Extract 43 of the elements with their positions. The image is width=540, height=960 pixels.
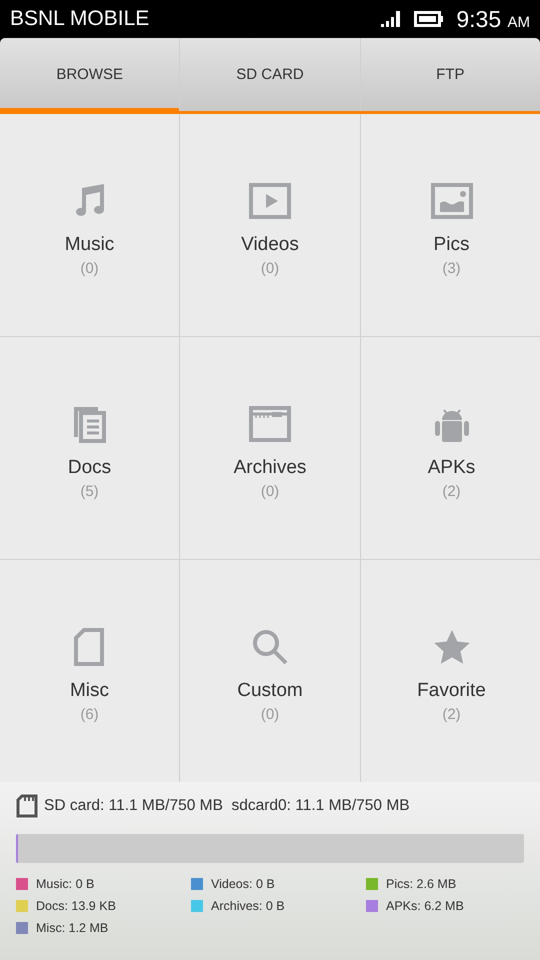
legend-label: Docs: 13.9 KB [36,899,116,913]
category-label: APKs [428,456,476,478]
legend-label: Music: 0 B [36,877,94,891]
signal-icon [380,10,402,28]
legend-label: Archives: 0 B [211,899,285,913]
category-tile[interactable]: Archives (0) [180,337,360,559]
category-tile[interactable]: Videos (0) [180,114,360,336]
category-label: Music [64,234,114,256]
category-tile[interactable]: Music (0) [0,114,179,336]
category-tile[interactable]: Misc (6) [0,560,179,782]
category-label: Misc [70,680,110,702]
sd-card-icon [16,794,38,818]
category-label: Favorite [417,680,486,702]
legend-label: Videos: 0 B [211,877,275,891]
item-count: (0) [260,482,280,500]
item-count: (5) [80,482,99,500]
storage-summary: SD card: 11.1 MB/750 MB sdcard0: 11.1 MB/750 MB [44,797,410,815]
category-tile[interactable]: Pics (3) [361,114,540,336]
category-label: Pics [434,234,470,256]
category-label: Archives [234,456,306,478]
category-label: Custom [237,680,303,702]
item-count: (0) [80,260,99,276]
category-label: Docs [68,456,112,478]
carrier-name: BSNL MOBILE [10,7,150,31]
item-count: (6) [80,706,99,722]
battery-icon [414,10,444,28]
clock: 9:35 AM [456,6,530,32]
legend-label: APKs: 6.2 MB [386,899,464,913]
legend-label: Misc: 1.2 MB [36,921,108,935]
legend-label: Pics: 2.6 MB [386,877,456,891]
tab[interactable]: BROWSE [0,38,180,111]
item-count: (0) [260,706,280,722]
category-tile[interactable]: Favorite (2) [361,560,540,782]
item-count: (3) [442,260,461,276]
item-count: (0) [260,260,280,276]
category-tile[interactable]: APKs (2) [361,337,540,559]
item-count: (2) [442,706,461,722]
category-tile[interactable]: Custom (0) [180,560,360,782]
category-tile[interactable]: Docs (5) [0,337,179,559]
category-label: Videos [241,234,299,256]
tab[interactable]: SD CARD [179,38,360,111]
item-count: (2) [442,482,461,500]
tab[interactable]: FTP [360,38,540,111]
